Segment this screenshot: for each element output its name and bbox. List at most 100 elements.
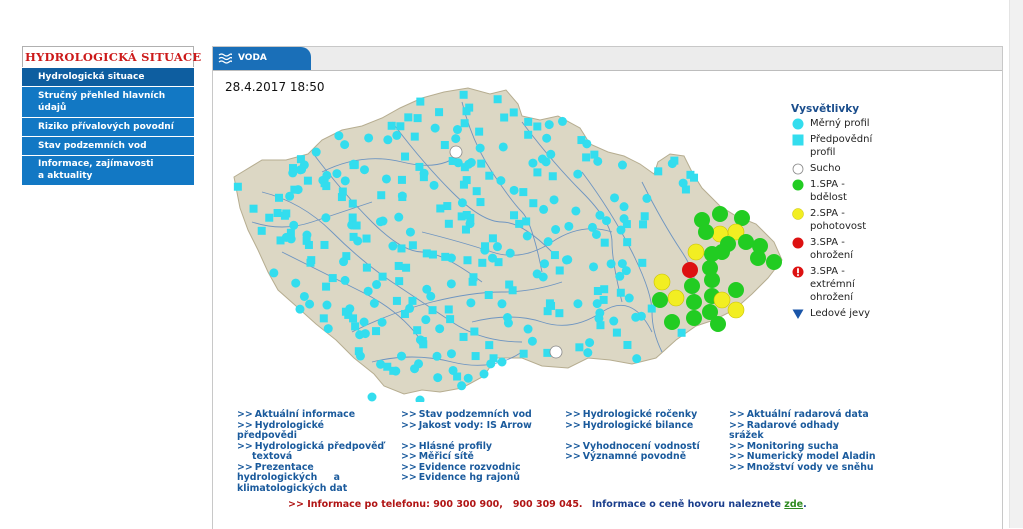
czech-hydrology-map[interactable]: [222, 82, 789, 402]
forecast-profile-marker[interactable]: [477, 159, 486, 168]
measure-profile-marker[interactable]: [405, 303, 415, 313]
measure-profile-marker[interactable]: [573, 169, 583, 179]
measure-profile-marker[interactable]: [433, 373, 443, 383]
measure-profile-marker[interactable]: [532, 269, 542, 279]
measure-profile-marker[interactable]: [543, 237, 553, 247]
forecast-profile-marker[interactable]: [670, 156, 679, 165]
measure-profile-marker[interactable]: [422, 284, 432, 294]
forecast-profile-marker[interactable]: [441, 252, 450, 261]
forecast-profile-marker[interactable]: [533, 122, 542, 131]
measure-profile-marker[interactable]: [435, 324, 445, 334]
forecast-profile-marker[interactable]: [500, 113, 509, 122]
link-radarove-odhady[interactable]: >> Radarové odhady srážek: [729, 420, 889, 442]
measure-profile-marker[interactable]: [388, 241, 398, 251]
measure-profile-marker[interactable]: [466, 298, 476, 308]
measure-profile-marker[interactable]: [621, 266, 631, 276]
measure-profile-marker[interactable]: [595, 210, 605, 220]
measure-profile-marker[interactable]: [291, 278, 301, 288]
forecast-profile-marker[interactable]: [600, 238, 609, 247]
measure-profile-marker[interactable]: [457, 381, 467, 391]
measure-profile-marker[interactable]: [561, 255, 571, 265]
forecast-profile-marker[interactable]: [410, 132, 419, 141]
measure-profile-marker[interactable]: [369, 298, 379, 308]
forecast-profile-marker[interactable]: [485, 341, 494, 350]
measure-profile-marker[interactable]: [557, 116, 567, 126]
forecast-profile-marker[interactable]: [413, 326, 422, 335]
measure-profile-marker[interactable]: [522, 231, 532, 241]
tab-voda[interactable]: VODA: [213, 47, 311, 70]
measure-profile-marker[interactable]: [355, 351, 365, 361]
measure-profile-marker[interactable]: [589, 262, 599, 272]
measure-profile-marker[interactable]: [583, 348, 593, 358]
measure-profile-marker[interactable]: [359, 165, 369, 175]
measure-profile-marker[interactable]: [372, 280, 382, 290]
measure-profile-marker[interactable]: [269, 268, 279, 278]
forecast-profile-marker[interactable]: [320, 240, 329, 249]
measure-profile-marker[interactable]: [479, 369, 489, 379]
measure-profile-marker[interactable]: [323, 324, 333, 334]
forecast-profile-marker[interactable]: [623, 340, 632, 349]
spa1-marker[interactable]: [684, 278, 700, 294]
forecast-profile-marker[interactable]: [280, 211, 289, 220]
measure-profile-marker[interactable]: [394, 212, 404, 222]
measure-profile-marker[interactable]: [429, 180, 439, 190]
link-mnozstvi-vody-snih[interactable]: >> Množství vody ve sněhu: [729, 462, 889, 474]
measure-profile-marker[interactable]: [285, 191, 295, 201]
forecast-profile-marker[interactable]: [362, 234, 371, 243]
spa1-marker[interactable]: [734, 210, 750, 226]
measure-profile-marker[interactable]: [539, 204, 549, 214]
measure-profile-marker[interactable]: [345, 304, 355, 314]
measure-profile-marker[interactable]: [492, 242, 502, 252]
measure-profile-marker[interactable]: [299, 291, 309, 301]
measure-profile-marker[interactable]: [383, 135, 393, 145]
measure-profile-marker[interactable]: [616, 225, 626, 235]
forecast-profile-marker[interactable]: [396, 122, 405, 131]
forecast-profile-marker[interactable]: [378, 272, 387, 281]
measure-profile-marker[interactable]: [392, 130, 402, 140]
forecast-profile-marker[interactable]: [377, 191, 386, 200]
forecast-profile-marker[interactable]: [582, 153, 591, 162]
measure-profile-marker[interactable]: [573, 299, 583, 309]
forecast-profile-marker[interactable]: [394, 261, 403, 270]
measure-profile-marker[interactable]: [293, 185, 303, 195]
measure-profile-marker[interactable]: [498, 142, 508, 152]
forecast-profile-marker[interactable]: [352, 221, 361, 230]
forecast-profile-marker[interactable]: [274, 193, 283, 202]
measure-profile-marker[interactable]: [457, 198, 467, 208]
spa2-marker[interactable]: [653, 273, 671, 291]
measure-profile-marker[interactable]: [421, 315, 431, 325]
forecast-profile-marker[interactable]: [257, 226, 266, 235]
forecast-profile-marker[interactable]: [428, 306, 437, 315]
forecast-profile-marker[interactable]: [440, 141, 449, 150]
measure-profile-marker[interactable]: [678, 178, 688, 188]
measure-profile-marker[interactable]: [571, 206, 581, 216]
forecast-profile-marker[interactable]: [505, 280, 514, 289]
spa1-marker[interactable]: [712, 206, 728, 222]
spa1-marker[interactable]: [686, 310, 702, 326]
nav-item-riziko-povodni[interactable]: Riziko přívalových povodní: [22, 117, 194, 136]
measure-profile-marker[interactable]: [377, 317, 387, 327]
forecast-profile-marker[interactable]: [623, 238, 632, 247]
forecast-profile-marker[interactable]: [419, 340, 428, 349]
forecast-profile-marker[interactable]: [547, 301, 556, 310]
forecast-profile-marker[interactable]: [470, 327, 479, 336]
measure-profile-marker[interactable]: [321, 213, 331, 223]
link-predpoved-textova[interactable]: >> Hydrologická předpověď textová: [237, 441, 397, 463]
measure-profile-marker[interactable]: [540, 259, 550, 269]
measure-profile-marker[interactable]: [286, 234, 296, 244]
measure-profile-marker[interactable]: [295, 304, 305, 314]
measure-profile-marker[interactable]: [642, 193, 652, 203]
forecast-profile-marker[interactable]: [362, 263, 371, 272]
measure-profile-marker[interactable]: [585, 338, 595, 348]
forecast-profile-marker[interactable]: [322, 182, 331, 191]
forecast-profile-marker[interactable]: [351, 322, 360, 331]
measure-profile-marker[interactable]: [537, 154, 547, 164]
forecast-profile-marker[interactable]: [319, 314, 328, 323]
measure-profile-marker[interactable]: [509, 185, 519, 195]
forecast-profile-marker[interactable]: [348, 213, 357, 222]
forecast-profile-marker[interactable]: [469, 273, 478, 282]
forecast-profile-marker[interactable]: [401, 152, 410, 161]
forecast-profile-marker[interactable]: [489, 354, 498, 363]
forecast-profile-marker[interactable]: [397, 175, 406, 184]
spa1-marker[interactable]: [686, 294, 702, 310]
